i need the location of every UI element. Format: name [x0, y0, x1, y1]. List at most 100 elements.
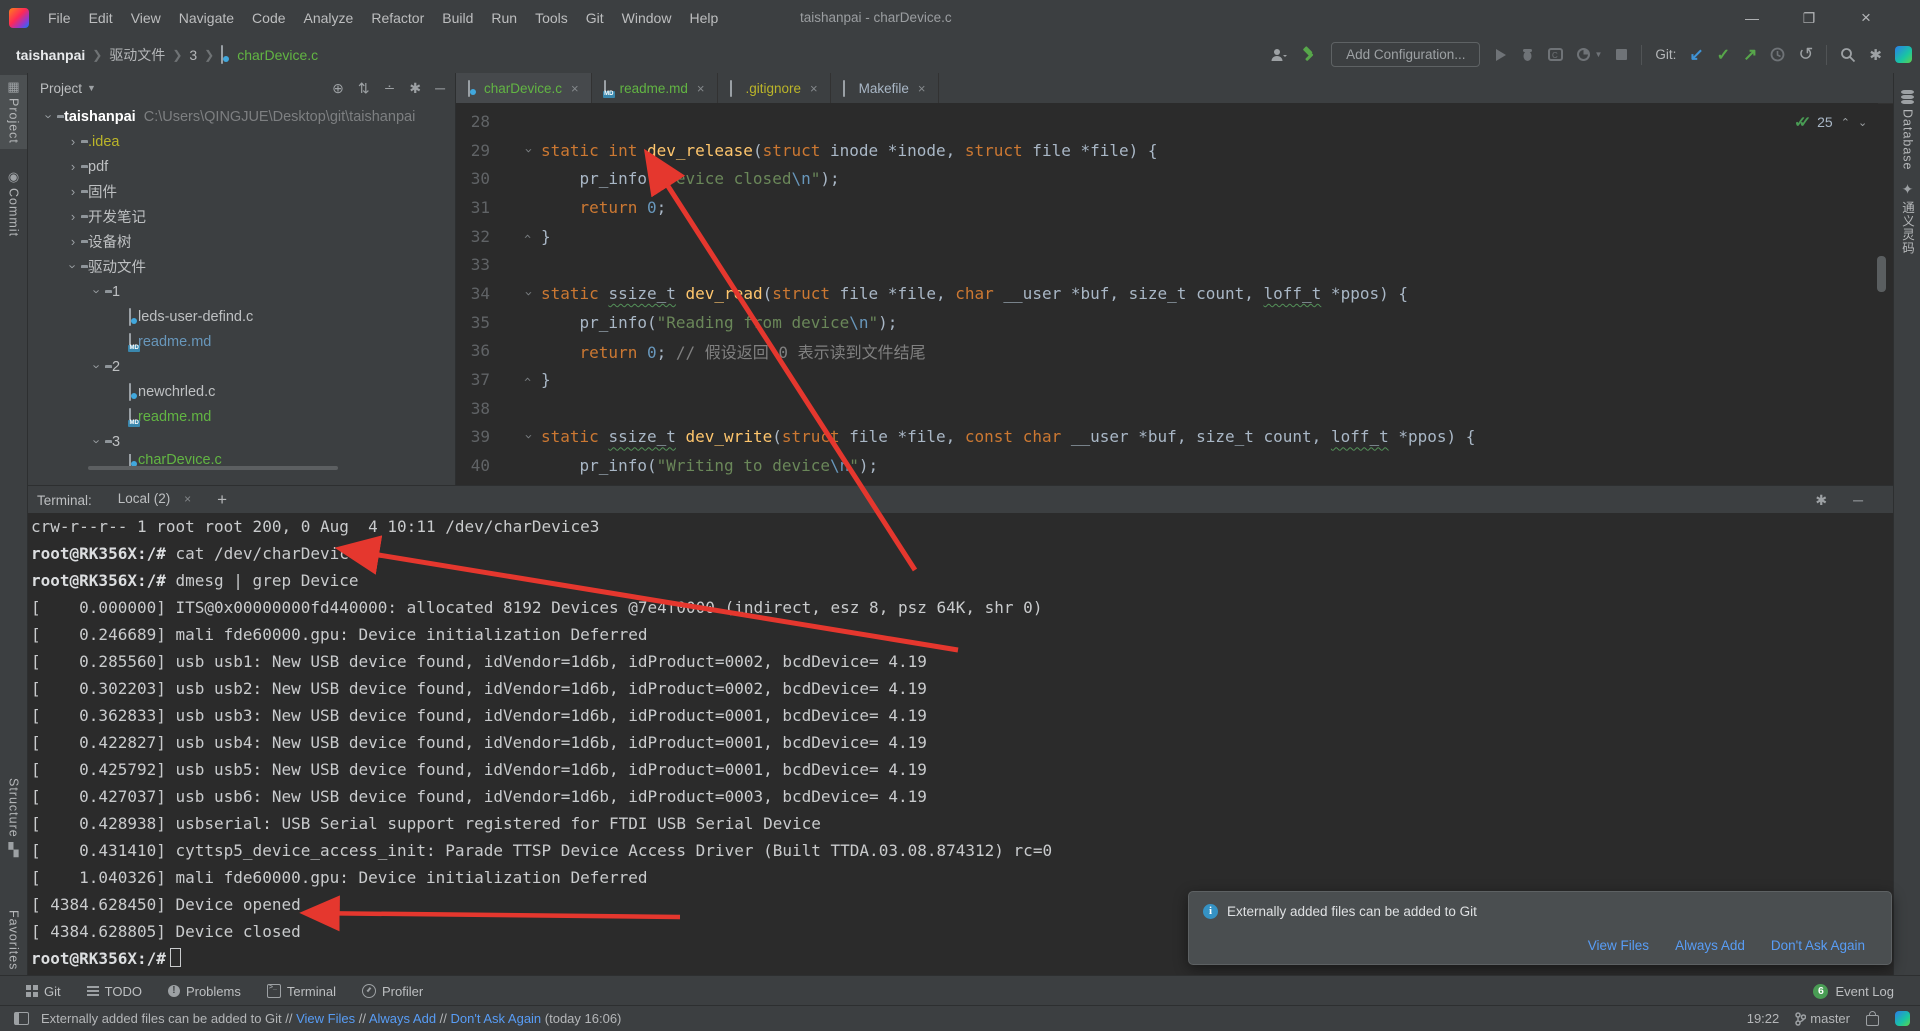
tree-item-开发笔记[interactable]: ›开发笔记: [28, 204, 455, 229]
panel-settings-gear-icon[interactable]: ✱: [409, 80, 421, 97]
tree-item-charDevice.c[interactable]: charDevice.c: [28, 454, 455, 466]
tab-Makefile[interactable]: Makefile×: [831, 73, 939, 103]
horizontal-scrollbar[interactable]: [88, 466, 338, 470]
next-warning-icon[interactable]: ⌄: [1858, 116, 1867, 129]
stripe-database[interactable]: Database: [1894, 85, 1920, 175]
tree-chevron-icon[interactable]: ›: [65, 209, 81, 224]
menu-file[interactable]: File: [39, 0, 80, 36]
menu-analyze[interactable]: Analyze: [295, 0, 363, 36]
tree-item-readme.md[interactable]: readme.md: [28, 404, 455, 429]
close-button[interactable]: ×: [1843, 0, 1889, 36]
tree-item-固件[interactable]: ›固件: [28, 179, 455, 204]
user-account-icon[interactable]: [1270, 47, 1288, 63]
tree-item-pdf[interactable]: ›pdf: [28, 154, 455, 179]
menu-build[interactable]: Build: [433, 0, 482, 36]
breadcrumb-item[interactable]: 3: [189, 47, 197, 63]
toolwindow-toggle-icon[interactable]: [14, 1012, 29, 1025]
tab-readme.md[interactable]: readme.md×: [592, 73, 718, 103]
tree-item-newchrled.c[interactable]: newchrled.c: [28, 379, 455, 404]
rollback-icon[interactable]: ↺: [1798, 44, 1813, 65]
status-link-view-files[interactable]: View Files: [296, 1011, 355, 1026]
tab-close-icon[interactable]: ×: [918, 81, 926, 96]
git-update-icon[interactable]: ↙: [1689, 45, 1703, 65]
tab-.gitignore[interactable]: .gitignore×: [718, 73, 831, 103]
plugin-logo-icon[interactable]: [1895, 46, 1912, 63]
collapse-all-icon[interactable]: ∸: [384, 80, 396, 97]
tree-chevron-icon[interactable]: ›: [90, 434, 105, 450]
tree-chevron-icon[interactable]: ›: [65, 184, 81, 199]
tree-item-3[interactable]: ›3: [28, 429, 455, 454]
tab-close-icon[interactable]: ×: [697, 81, 705, 96]
menu-help[interactable]: Help: [680, 0, 727, 36]
terminal-tab-close-icon[interactable]: ×: [184, 492, 191, 506]
breadcrumb-item[interactable]: 驱动文件: [109, 45, 165, 65]
assistant-logo-icon[interactable]: [1895, 1011, 1910, 1026]
tree-chevron-icon[interactable]: ›: [65, 134, 81, 149]
fold-marker-icon[interactable]: ›: [521, 429, 536, 445]
stop-icon[interactable]: [1615, 48, 1628, 61]
git-branch-widget[interactable]: master: [1795, 1011, 1850, 1026]
git-push-icon[interactable]: ↗: [1743, 45, 1757, 65]
menu-tools[interactable]: Tools: [526, 0, 577, 36]
stripe-structure[interactable]: Structure ▚: [0, 773, 27, 861]
code-editor[interactable]: 2829›static int dev_release(struct inode…: [456, 103, 1878, 485]
menu-edit[interactable]: Edit: [80, 0, 122, 36]
terminal-settings-gear-icon[interactable]: ✱: [1815, 492, 1827, 509]
toolwindow-button-profiler[interactable]: Profiler: [362, 984, 423, 999]
tree-chevron-icon[interactable]: ›: [65, 234, 81, 249]
menu-git[interactable]: Git: [577, 0, 613, 36]
breadcrumb-file[interactable]: charDevice.c: [237, 47, 318, 63]
menu-run[interactable]: Run: [482, 0, 526, 36]
tab-charDevice.c[interactable]: charDevice.c×: [456, 73, 592, 103]
git-commit-check-icon[interactable]: ✓: [1717, 45, 1730, 65]
toolwindow-button-terminal[interactable]: Terminal: [267, 984, 336, 999]
lock-icon[interactable]: [1866, 1015, 1879, 1026]
popup-link-view-files[interactable]: View Files: [1588, 938, 1649, 953]
hide-panel-icon[interactable]: ─: [435, 80, 445, 96]
tree-item-leds-user-defind.c[interactable]: leds-user-defind.c: [28, 304, 455, 329]
profile-icon[interactable]: C: [1548, 47, 1563, 62]
stripe-tongyi[interactable]: ✦ 通义灵码: [1894, 178, 1920, 260]
coverage-icon[interactable]: ▼: [1576, 47, 1602, 62]
menu-view[interactable]: View: [122, 0, 170, 36]
fold-marker-icon[interactable]: ›: [521, 228, 536, 244]
event-log-button[interactable]: 6 Event Log: [1813, 984, 1894, 999]
tree-chevron-icon[interactable]: ›: [66, 259, 81, 275]
stripe-commit[interactable]: ◉ Commit: [0, 165, 27, 242]
tree-chevron-icon[interactable]: ›: [90, 359, 105, 375]
expand-icon[interactable]: ⇅: [358, 80, 370, 97]
fold-marker-icon[interactable]: ›: [521, 142, 536, 158]
tree-item-驱动文件[interactable]: ›驱动文件: [28, 254, 455, 279]
build-hammer-icon[interactable]: [1301, 46, 1318, 63]
toolwindow-button-problems[interactable]: !Problems: [168, 984, 241, 999]
tree-item-1[interactable]: ›1: [28, 279, 455, 304]
tree-chevron-icon[interactable]: ›: [90, 284, 105, 300]
status-link-always-add[interactable]: Always Add: [369, 1011, 436, 1026]
tab-close-icon[interactable]: ×: [571, 81, 579, 96]
locate-icon[interactable]: ⊕: [332, 80, 344, 97]
tree-item-设备树[interactable]: ›设备树: [28, 229, 455, 254]
fold-marker-icon[interactable]: ›: [521, 285, 536, 301]
tab-close-icon[interactable]: ×: [810, 81, 818, 96]
popup-link-don-t-ask-again[interactable]: Don't Ask Again: [1771, 938, 1865, 953]
add-configuration-button[interactable]: Add Configuration...: [1331, 42, 1480, 67]
menu-navigate[interactable]: Navigate: [170, 0, 243, 36]
tree-item-taishanpai[interactable]: ›taishanpaiC:\Users\QINGJUE\Desktop\git\…: [28, 104, 455, 129]
tree-item-2[interactable]: ›2: [28, 354, 455, 379]
stripe-project[interactable]: ▦ Project: [0, 75, 27, 149]
popup-link-always-add[interactable]: Always Add: [1675, 938, 1745, 953]
toolwindow-button-todo[interactable]: TODO: [87, 984, 142, 999]
minimize-button[interactable]: —: [1729, 0, 1775, 36]
debug-icon[interactable]: [1520, 47, 1535, 62]
editor-scrollbar[interactable]: [1877, 256, 1886, 292]
menu-code[interactable]: Code: [243, 0, 294, 36]
tree-chevron-icon[interactable]: ›: [65, 159, 81, 174]
menu-window[interactable]: Window: [613, 0, 681, 36]
inspections-widget[interactable]: ✓✓ 25 ⌃ ⌄: [1790, 111, 1871, 133]
tree-item-.idea[interactable]: ›.idea: [28, 129, 455, 154]
tree-item-readme.md[interactable]: readme.md: [28, 329, 455, 354]
search-icon[interactable]: [1840, 47, 1856, 63]
new-terminal-button[interactable]: +: [217, 490, 227, 510]
breadcrumb-item[interactable]: taishanpai: [16, 47, 85, 63]
fold-marker-icon[interactable]: ›: [521, 372, 536, 388]
